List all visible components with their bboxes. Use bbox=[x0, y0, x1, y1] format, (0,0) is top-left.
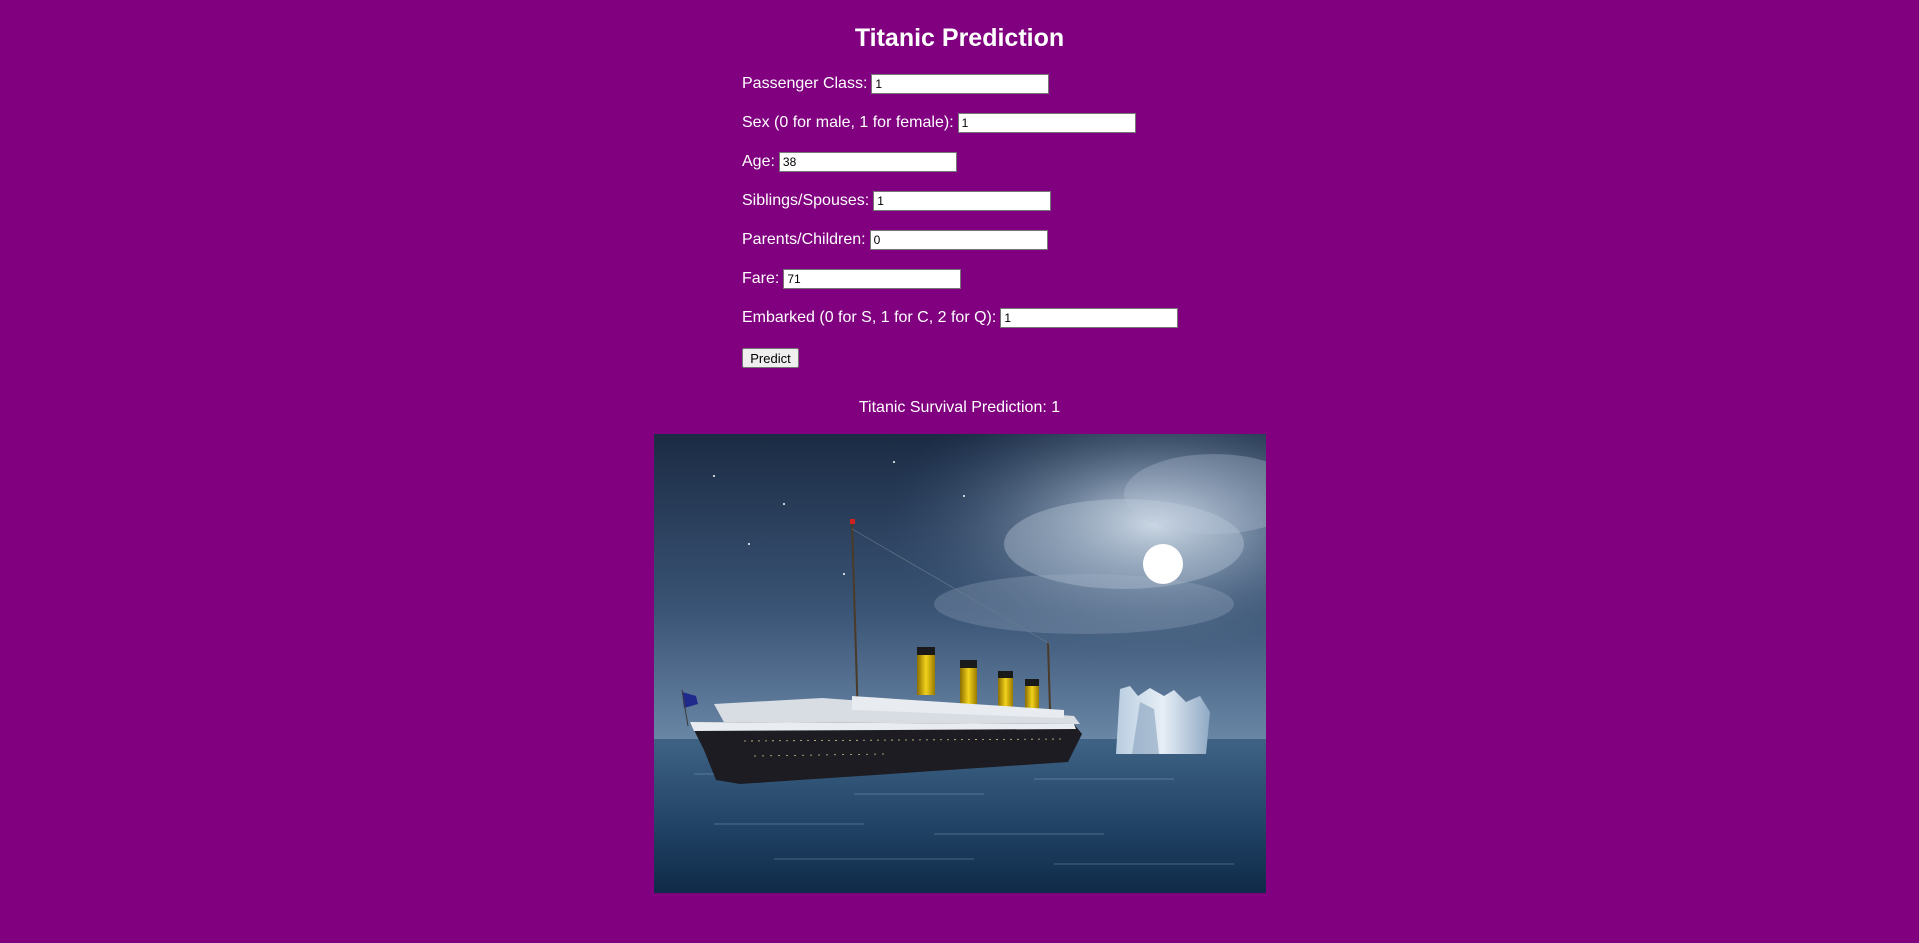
parents-children-input[interactable] bbox=[869, 230, 1048, 250]
embarked-label: Embarked (0 for S, 1 for C, 2 for Q): bbox=[742, 309, 997, 326]
age-label: Age: bbox=[742, 153, 775, 170]
fare-input[interactable] bbox=[783, 269, 962, 289]
prediction-result: Titanic Survival Prediction: 1 bbox=[858, 399, 1061, 416]
form-row-siblings-spouses: Siblings/Spouses: bbox=[742, 189, 1052, 213]
sex-input[interactable] bbox=[957, 113, 1136, 133]
form-row-parents-children: Parents/Children: bbox=[742, 228, 1048, 252]
form-row-sex: Sex (0 for male, 1 for female): bbox=[742, 111, 1136, 135]
passenger-class-input[interactable] bbox=[871, 74, 1050, 94]
age-input[interactable] bbox=[778, 152, 957, 172]
form-row-age: Age: bbox=[742, 150, 957, 174]
form-row-passenger-class: Passenger Class: bbox=[742, 72, 1050, 96]
predict-button[interactable]: Predict bbox=[742, 348, 799, 368]
parents-children-label: Parents/Children: bbox=[742, 231, 866, 248]
fare-label: Fare: bbox=[742, 270, 780, 287]
siblings-spouses-input[interactable] bbox=[873, 191, 1052, 211]
sex-label: Sex (0 for male, 1 for female): bbox=[742, 114, 954, 131]
embarked-input[interactable] bbox=[1000, 308, 1179, 328]
siblings-spouses-label: Siblings/Spouses: bbox=[742, 192, 870, 209]
page-title: Titanic Prediction bbox=[854, 24, 1065, 52]
form-row-embarked: Embarked (0 for S, 1 for C, 2 for Q): bbox=[742, 306, 1179, 330]
titanic-iceberg-image bbox=[654, 434, 1266, 893]
passenger-class-label: Passenger Class: bbox=[742, 75, 868, 92]
form-row-fare: Fare: bbox=[742, 267, 962, 291]
moon-icon bbox=[1143, 544, 1183, 584]
